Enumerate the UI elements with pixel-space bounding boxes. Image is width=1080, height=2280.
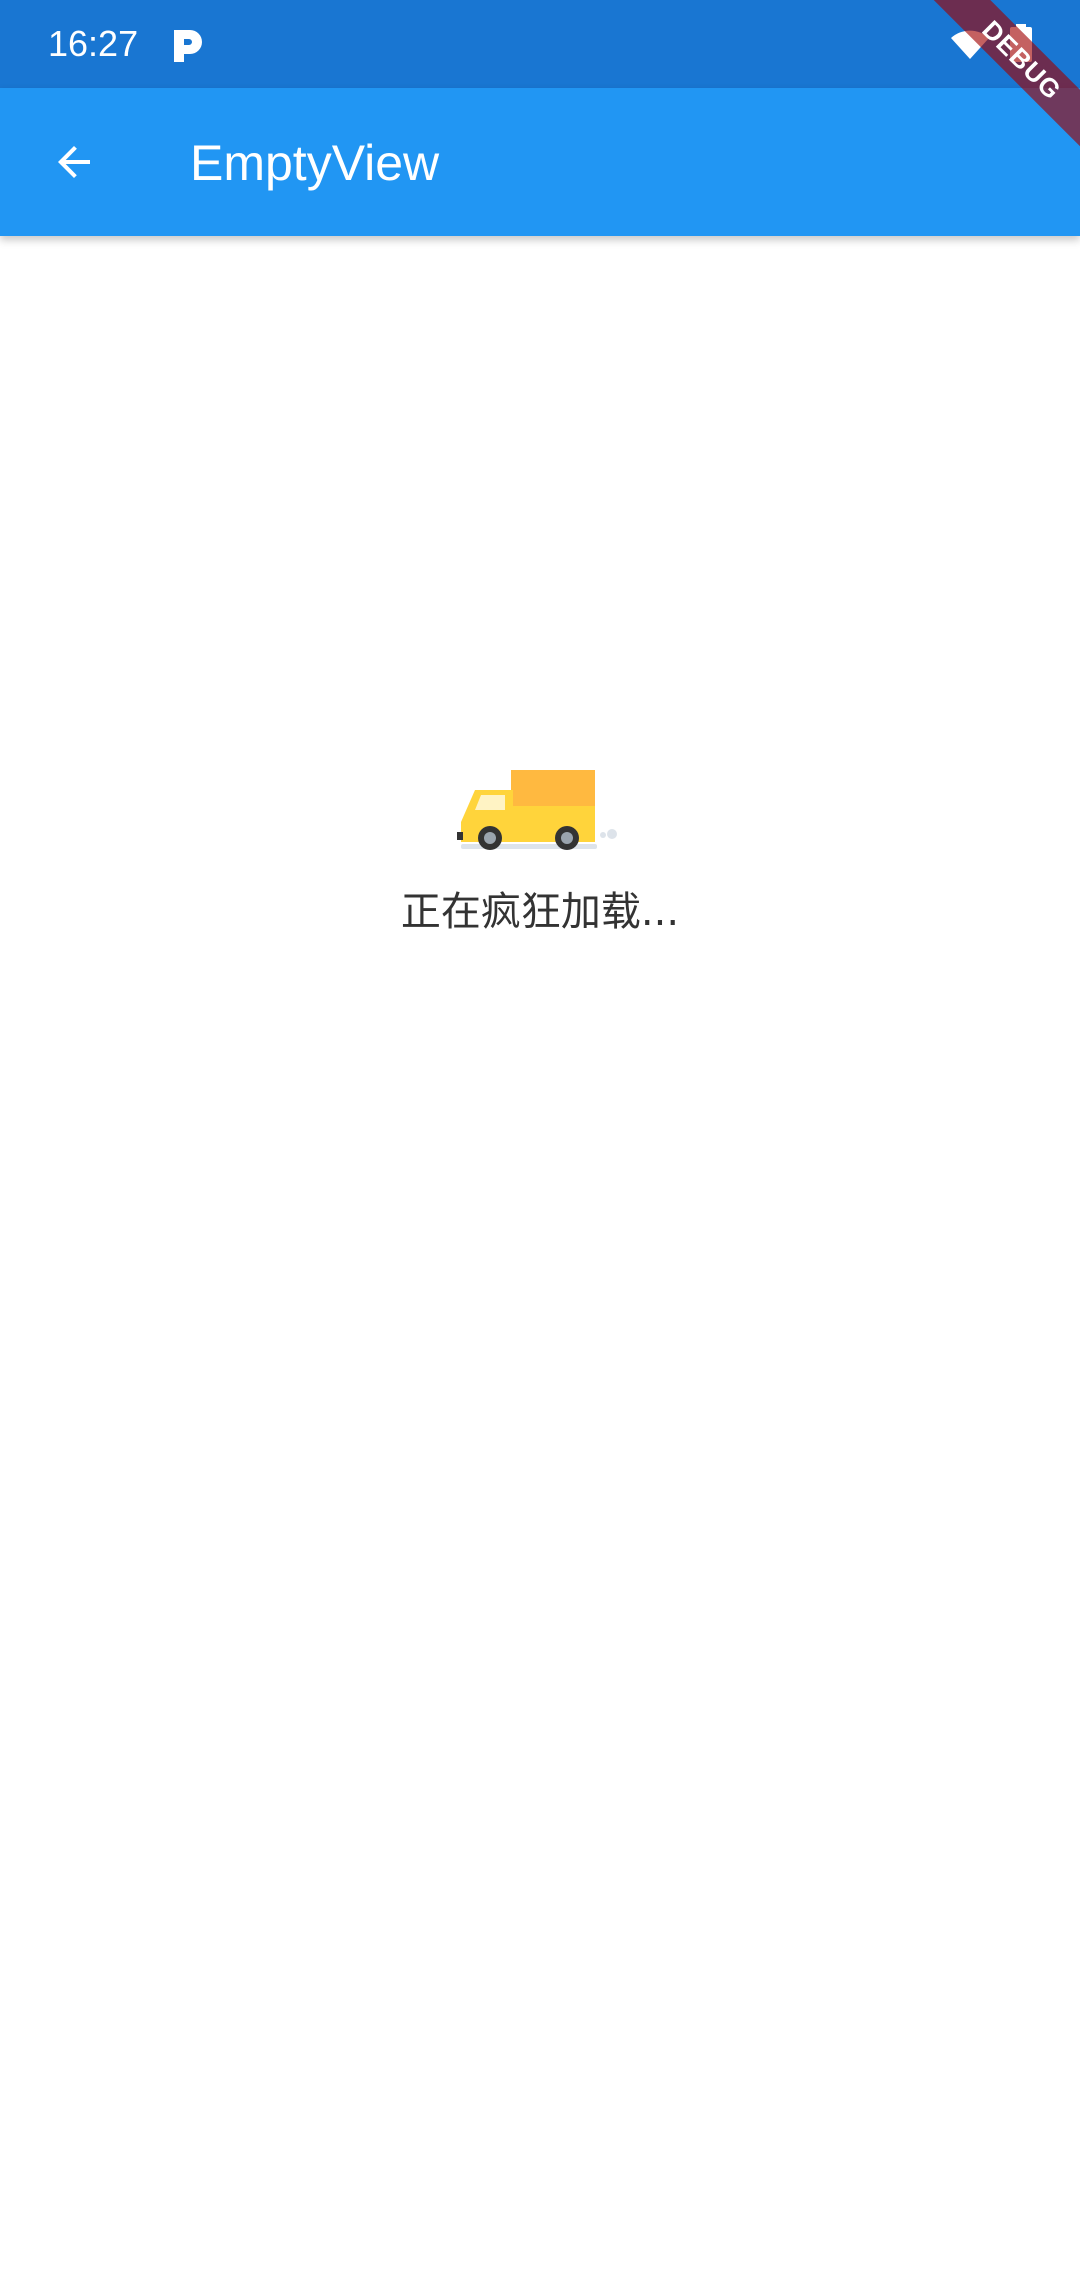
- arrow-back-icon: [58, 146, 90, 178]
- battery-icon: [1010, 24, 1032, 62]
- page-title: EmptyView: [190, 135, 440, 191]
- status-bar: 16:27: [0, 0, 1080, 88]
- screen: 16:27 EmptyView DEBUG 正在疯狂加载...: [0, 0, 1080, 2280]
- loading-text: 正在疯狂加载...: [400, 889, 680, 935]
- p-notification-icon: [174, 30, 202, 62]
- delivery-truck-icon: [457, 770, 617, 850]
- status-time: 16:27: [48, 23, 139, 64]
- back-button[interactable]: [36, 124, 112, 200]
- app-bar: EmptyView: [0, 88, 1080, 236]
- wifi-icon: [951, 30, 989, 59]
